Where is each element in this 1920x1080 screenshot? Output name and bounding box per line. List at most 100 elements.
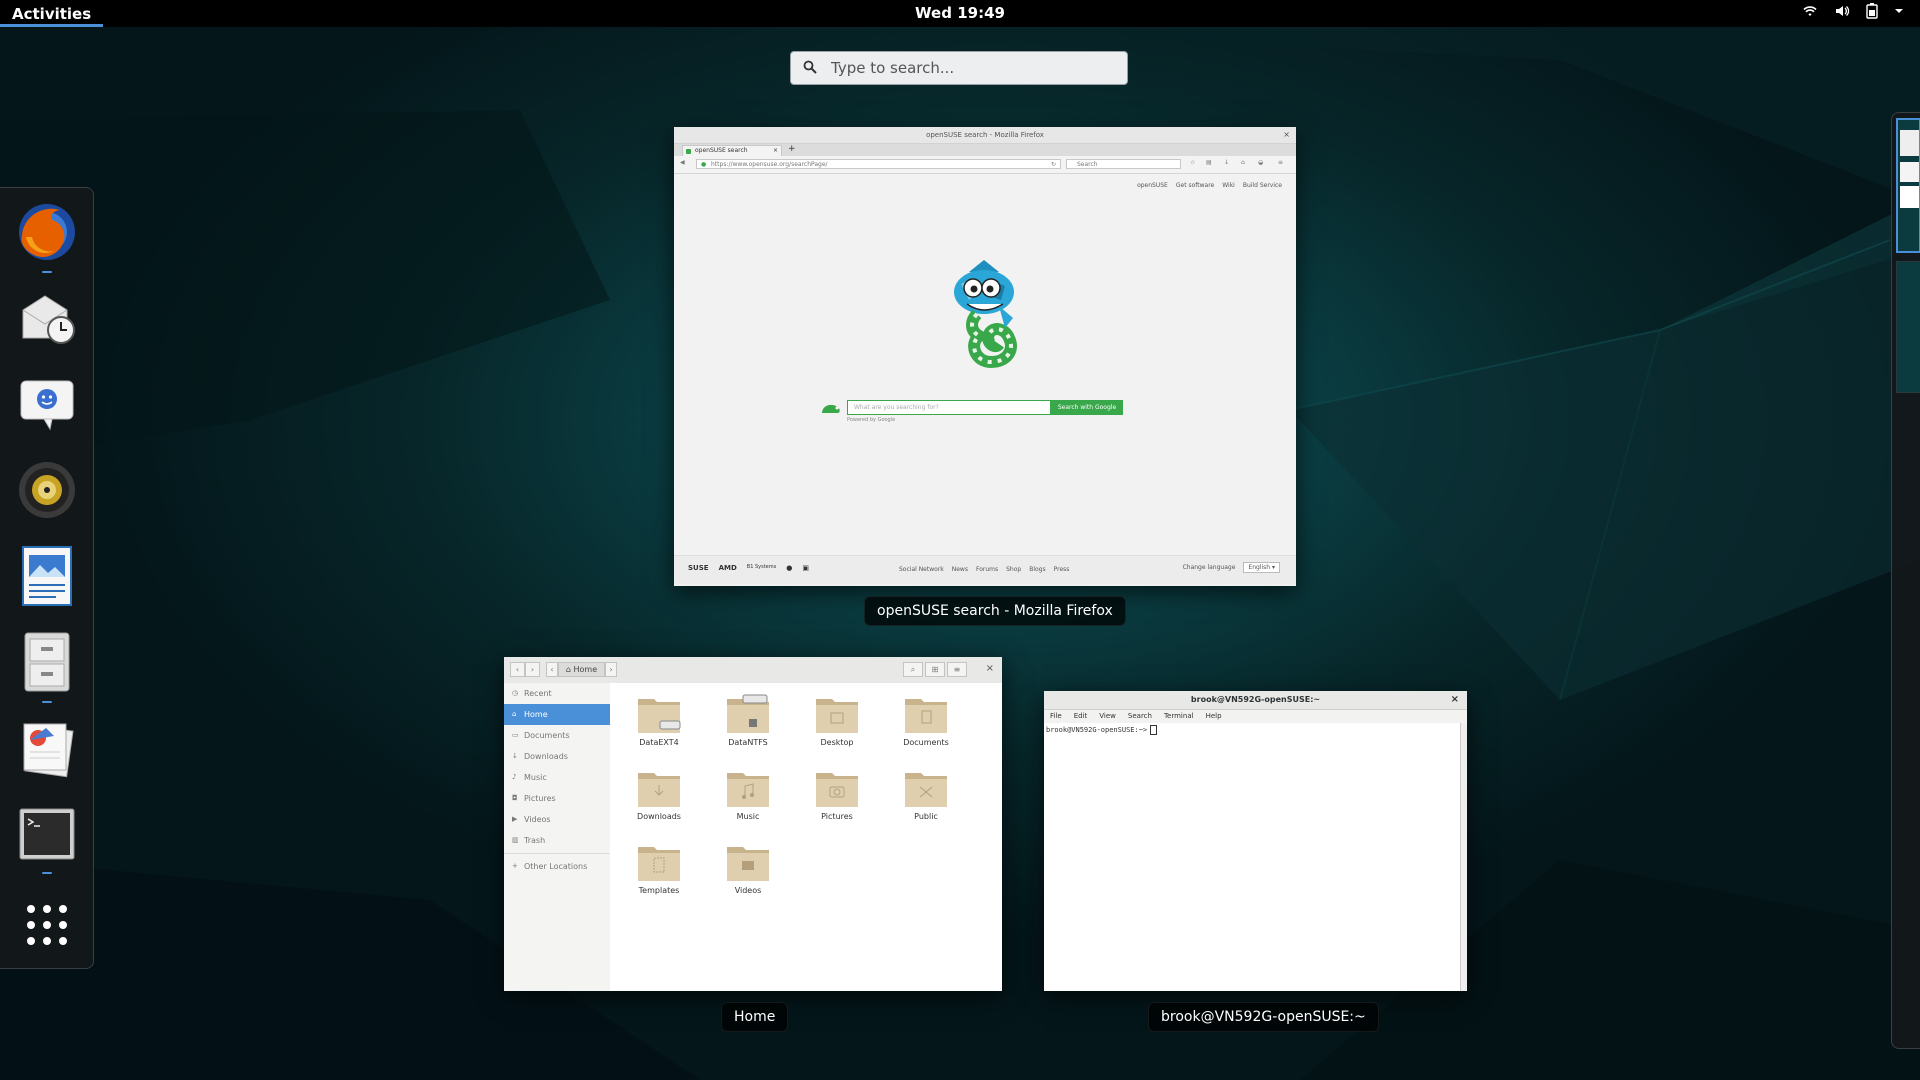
evolution-icon[interactable]	[13, 284, 81, 352]
menu-search[interactable]: Search	[1128, 710, 1152, 723]
top-link[interactable]: Wiki	[1222, 182, 1235, 189]
recent-icon: ◷	[512, 689, 519, 697]
pictures-icon: ◘	[512, 794, 518, 802]
sidebar-item-music[interactable]: ♪ Music	[504, 767, 610, 788]
search-input[interactable]	[829, 58, 1103, 78]
back-button[interactable]: ‹	[510, 662, 525, 677]
files-window[interactable]: ‹ › ‹ ⌂ Home › ⌕ ⊞ ≡ × ◷ Recent ⌂ Home ▭ Do…	[504, 657, 1002, 991]
search-with-google-button[interactable]: Search with Google	[1051, 400, 1123, 415]
sidebar-item-downloads[interactable]: ↓ Downloads	[504, 746, 610, 767]
sponsor-logo[interactable]: AMD	[719, 564, 737, 572]
sponsor-circle-icon[interactable]: ●	[786, 564, 792, 572]
menu-terminal[interactable]: Terminal	[1164, 710, 1194, 723]
library-icon[interactable]: ▤	[1206, 159, 1212, 166]
sidebar-item-trash[interactable]: ▥ Trash	[504, 830, 610, 851]
folder-item[interactable]: Music	[713, 767, 783, 821]
workspace-1[interactable]	[1896, 118, 1920, 253]
rhythmbox-icon[interactable]	[13, 456, 81, 524]
terminal-scrollbar[interactable]	[1460, 723, 1467, 991]
back-icon[interactable]: ◀	[680, 159, 685, 166]
chevron-down-icon[interactable]	[1894, 6, 1904, 16]
menu-view[interactable]: View	[1099, 710, 1116, 723]
firefox-window-caption[interactable]: openSUSE search - Mozilla Firefox	[864, 596, 1126, 626]
menu-icon[interactable]: ≡	[947, 662, 967, 677]
folder-item[interactable]: Pictures	[802, 767, 872, 821]
overview-search[interactable]	[790, 51, 1128, 85]
tab-close-icon[interactable]: ×	[773, 146, 778, 156]
geeko-mascot-icon	[954, 260, 1017, 368]
sidebar-item-pictures[interactable]: ◘ Pictures	[504, 788, 610, 809]
top-link[interactable]: openSUSE	[1137, 182, 1168, 189]
search-icon[interactable]: ⌕	[903, 662, 923, 677]
firefox-search-box[interactable]: Search	[1066, 159, 1181, 169]
footer-link[interactable]: Shop	[1006, 566, 1021, 573]
terminal-output[interactable]: brook@VN592G-openSUSE:~>	[1044, 723, 1461, 991]
url-bar[interactable]: ● https://www.opensuse.org/searchPage/ ↻	[696, 159, 1061, 169]
path-left-button[interactable]: ‹	[546, 662, 558, 677]
close-icon[interactable]: ×	[986, 663, 994, 674]
footer-link[interactable]: Press	[1054, 566, 1070, 573]
sidebar-item-other-locations[interactable]: + Other Locations	[504, 856, 610, 877]
volume-icon[interactable]	[1834, 3, 1850, 19]
sidebar-item-documents[interactable]: ▭ Documents	[504, 725, 610, 746]
menu-help[interactable]: Help	[1206, 710, 1222, 723]
system-tray[interactable]	[1802, 3, 1904, 19]
terminal-icon[interactable]	[13, 800, 81, 868]
sponsor-logo[interactable]: SUSE	[688, 564, 709, 572]
sponsor-logo[interactable]: B1 Systems	[747, 564, 776, 572]
sidebar-item-home[interactable]: ⌂ Home	[504, 704, 610, 725]
menu-file[interactable]: File	[1050, 710, 1062, 723]
firefox-window[interactable]: openSUSE search - Mozilla Firefox × open…	[674, 127, 1296, 586]
close-icon[interactable]: ×	[1283, 127, 1290, 143]
new-tab-icon[interactable]: +	[788, 144, 796, 155]
language-dropdown[interactable]: English ▾	[1243, 562, 1280, 573]
shotwell-icon[interactable]	[13, 714, 81, 782]
footer-link[interactable]: News	[952, 566, 968, 573]
empathy-icon[interactable]	[13, 370, 81, 438]
firefox-icon[interactable]	[13, 198, 81, 266]
path-home-button[interactable]: ⌂ Home	[558, 662, 605, 677]
folder-item[interactable]: DataEXT4	[624, 693, 694, 747]
files-window-caption[interactable]: Home	[721, 1002, 789, 1032]
path-right-button[interactable]: ›	[605, 662, 617, 677]
battery-icon[interactable]	[1866, 3, 1878, 19]
folder-item[interactable]: DataNTFS	[713, 693, 783, 747]
workspace-2[interactable]	[1896, 261, 1920, 393]
bookmark-star-icon[interactable]: ☆	[1190, 159, 1195, 166]
lock-icon: ●	[701, 161, 707, 168]
clock-label[interactable]: Wed 19:49	[915, 4, 1005, 22]
top-link[interactable]: Build Service	[1243, 182, 1282, 189]
footer-link[interactable]: Social Network	[899, 566, 944, 573]
wifi-icon[interactable]	[1802, 3, 1818, 19]
menu-icon[interactable]: ≡	[1278, 159, 1283, 166]
terminal-window[interactable]: brook@VN592G-openSUSE:~ × File Edit View…	[1044, 691, 1467, 991]
forward-button[interactable]: ›	[525, 662, 540, 677]
view-grid-icon[interactable]: ⊞	[925, 662, 945, 677]
opensuse-query-input[interactable]: What are you searching for?	[847, 400, 1051, 415]
sidebar-item-recent[interactable]: ◷ Recent	[504, 683, 610, 704]
top-link[interactable]: Get software	[1176, 182, 1214, 189]
firefox-tabstrip: openSUSE search × +	[674, 144, 1296, 156]
libreoffice-writer-icon[interactable]	[13, 542, 81, 610]
close-icon[interactable]: ×	[1451, 691, 1459, 709]
terminal-window-caption[interactable]: brook@VN592G-openSUSE:~	[1148, 1002, 1379, 1032]
folder-item[interactable]: Templates	[624, 841, 694, 895]
folder-item[interactable]: Videos	[713, 841, 783, 895]
folder-item[interactable]: Desktop	[802, 693, 872, 747]
folder-item[interactable]: Downloads	[624, 767, 694, 821]
folder-item[interactable]: Public	[891, 767, 961, 821]
menu-edit[interactable]: Edit	[1074, 710, 1088, 723]
firefox-tab[interactable]: openSUSE search ×	[682, 145, 782, 156]
files-icon[interactable]	[13, 628, 81, 696]
sponsor-square-icon[interactable]: ▣	[802, 564, 809, 572]
pocket-icon[interactable]: ◒	[1258, 159, 1263, 166]
activities-button[interactable]: Activities	[0, 0, 103, 27]
show-applications-icon[interactable]	[13, 891, 81, 959]
reload-icon[interactable]: ↻	[1051, 160, 1056, 170]
home-icon[interactable]: ⌂	[1241, 159, 1245, 166]
footer-link[interactable]: Blogs	[1029, 566, 1045, 573]
footer-link[interactable]: Forums	[976, 566, 998, 573]
download-icon[interactable]: ↓	[1224, 159, 1229, 166]
folder-item[interactable]: Documents	[891, 693, 961, 747]
sidebar-item-videos[interactable]: ▶ Videos	[504, 809, 610, 830]
